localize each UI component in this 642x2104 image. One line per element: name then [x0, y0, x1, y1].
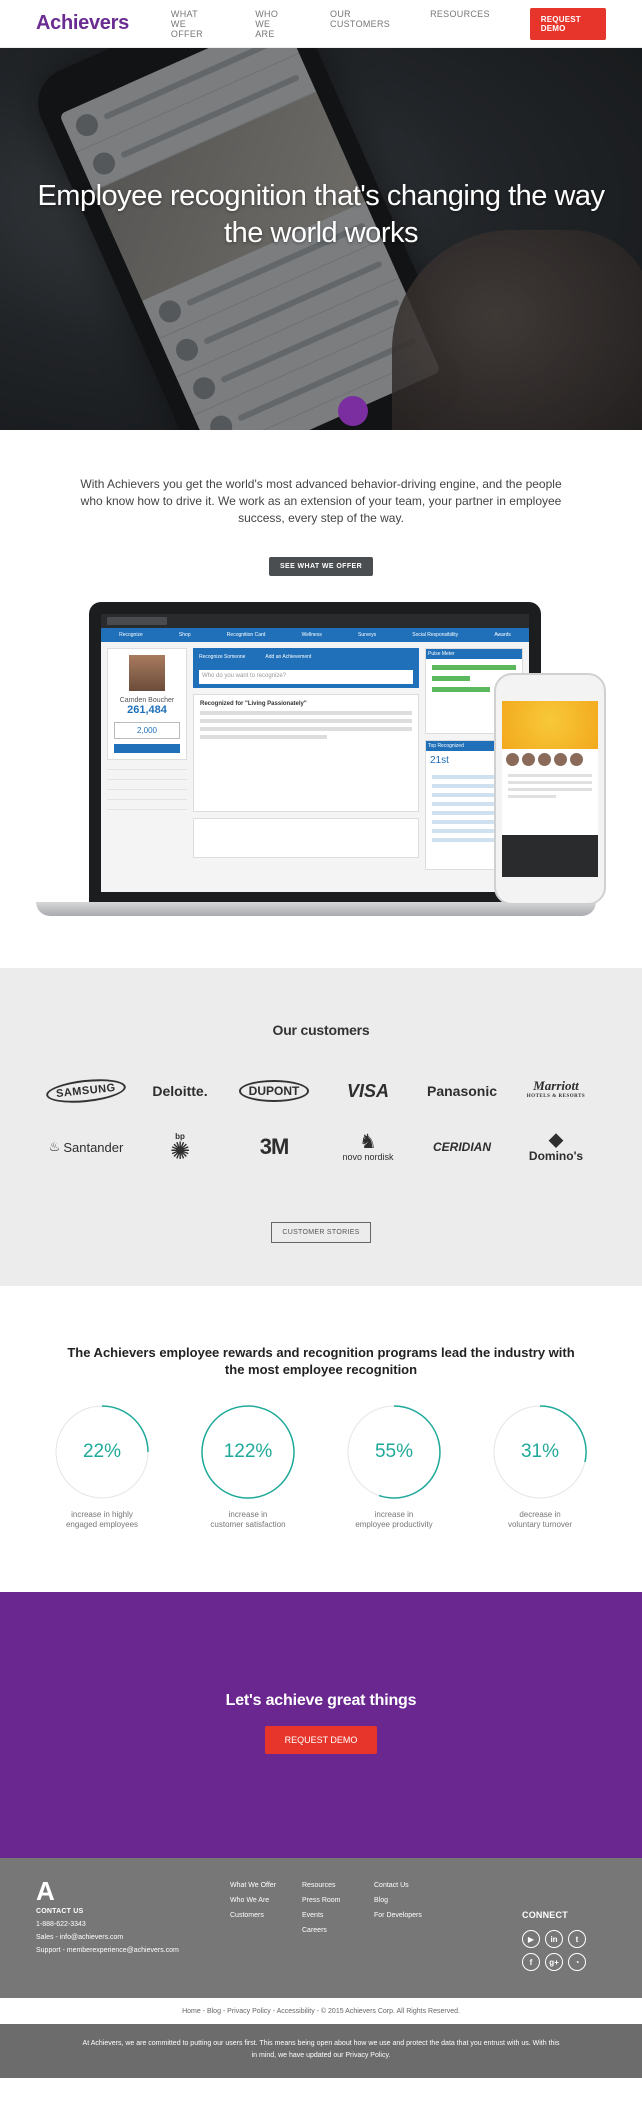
request-demo-button-cta[interactable]: REQUEST DEMO: [264, 1726, 378, 1754]
page: Achievers WHAT WE OFFER WHO WE ARE OUR C…: [0, 0, 642, 2078]
phone: [494, 673, 606, 905]
intro-section: With Achievers you get the world's most …: [0, 430, 642, 576]
ceridian-logo: CERIDIAN: [432, 1140, 491, 1154]
stats-section: The Achievers employee rewards and recog…: [0, 1286, 642, 1592]
cta-title: Let's achieve great things: [225, 1692, 417, 1709]
logo-badge-icon: [338, 396, 368, 426]
footer-phone[interactable]: 1-888-622-3343: [36, 1921, 230, 1928]
intro-text: With Achievers you get the world's most …: [80, 477, 562, 525]
footer-links: What We Offer Who We Are Customers Resou…: [230, 1882, 446, 1960]
activity-feed: Recognize Someone Add an Achievement Who…: [193, 648, 419, 870]
linkedin-icon[interactable]: in: [545, 1930, 563, 1948]
twitter-icon[interactable]: t: [568, 1930, 586, 1948]
top-nav: Achievers WHAT WE OFFER WHO WE ARE OUR C…: [0, 0, 642, 48]
see-what-we-offer-button[interactable]: SEE WHAT WE OFFER: [268, 557, 374, 576]
social-icons: ▶ in t f g+ ◔: [522, 1930, 586, 1971]
samsung-logo: SAMSUNG: [41, 1074, 131, 1108]
footer-link-for-developers[interactable]: For Developers: [374, 1912, 446, 1919]
hero: Employee recognition that's changing the…: [0, 48, 642, 430]
laptop: Recognize Shop Recognition Card Wellness…: [89, 602, 541, 902]
legal-bar: Home - Blog - Privacy Policy - Accessibi…: [0, 1998, 642, 2024]
google-plus-icon[interactable]: g+: [545, 1953, 563, 1971]
achievers-logo[interactable]: Achievers: [36, 12, 129, 35]
footer-connect: CONNECT ▶ in t f g+ ◔: [522, 1910, 586, 1971]
dominos-logo: ⬥ Domino's: [528, 1129, 584, 1163]
deloitte-logo: Deloitte.: [152, 1083, 208, 1099]
stats-title: The Achievers employee rewards and recog…: [67, 1345, 575, 1377]
visa-logo: VISA: [346, 1080, 389, 1101]
stat-customer-satisfaction: 122% increase in customer satisfaction: [200, 1404, 296, 1530]
footer-link-blog[interactable]: Blog: [374, 1897, 446, 1904]
facebook-icon[interactable]: f: [522, 1953, 540, 1971]
customers-section: Our customers SAMSUNG Deloitte. DUPONT V…: [0, 968, 642, 1286]
footer-support-email[interactable]: Support - memberexperience@achievers.com: [36, 1947, 230, 1954]
rss-icon[interactable]: ◔: [568, 1953, 586, 1971]
stat-voluntary-turnover: 31% decrease in voluntary turnover: [492, 1404, 588, 1530]
hero-title: Employee recognition that's changing the…: [37, 180, 605, 249]
stat-engaged-employees: 22% increase in highly engaged employees: [54, 1404, 150, 1530]
panasonic-logo: Panasonic: [426, 1083, 498, 1099]
footer-link-contact-us[interactable]: Contact Us: [374, 1882, 446, 1889]
nav-link-our-customers[interactable]: OUR CUSTOMERS: [330, 9, 390, 39]
youtube-icon[interactable]: ▶: [522, 1930, 540, 1948]
avatar: [129, 655, 165, 691]
customer-logos: SAMSUNG Deloitte. DUPONT VISA Panasonic …: [0, 1074, 642, 1164]
santander-logo: ♨ Santander: [48, 1139, 124, 1155]
product-devices-image: Recognize Shop Recognition Card Wellness…: [0, 576, 642, 968]
marriott-logo: Marriott HOTELS & RESORTS: [526, 1078, 586, 1099]
footer-link-events[interactable]: Events: [302, 1912, 374, 1919]
footer-sales-email[interactable]: Sales - info@achievers.com: [36, 1934, 230, 1941]
novo-nordisk-logo: ♞ novo nordisk: [342, 1131, 394, 1162]
footer-link-careers[interactable]: Careers: [302, 1927, 374, 1934]
footer-link-who-we-are[interactable]: Who We Are: [230, 1897, 302, 1904]
3m-logo: 3M: [259, 1134, 290, 1159]
stat-employee-productivity: 55% increase in employee productivity: [346, 1404, 442, 1530]
app-tabs: Recognize Shop Recognition Card Wellness…: [101, 628, 529, 642]
profile-card: Camden Boucher 261,484 2,000: [107, 648, 187, 760]
footer-link-resources[interactable]: Resources: [302, 1882, 374, 1889]
nav-link-resources[interactable]: RESOURCES: [430, 9, 490, 39]
cta-section: Let's achieve great things REQUEST DEMO: [0, 1592, 642, 1858]
customer-stories-button[interactable]: CUSTOMER STORIES: [271, 1222, 371, 1243]
footer-contact: CONTACT US 1-888-622-3343 Sales - info@a…: [36, 1908, 230, 1960]
footer: A CONTACT US 1-888-622-3343 Sales - info…: [0, 1858, 642, 1998]
request-demo-button[interactable]: REQUEST DEMO: [529, 7, 606, 40]
nav-link-who-we-are[interactable]: WHO WE ARE: [255, 9, 290, 39]
privacy-notice: At Achievers, we are committed to puttin…: [0, 2024, 642, 2078]
dupont-logo: DUPONT: [229, 1074, 319, 1108]
nav-links: WHAT WE OFFER WHO WE ARE OUR CUSTOMERS R…: [171, 9, 530, 39]
footer-link-customers[interactable]: Customers: [230, 1912, 302, 1919]
footer-link-what-we-offer[interactable]: What We Offer: [230, 1882, 302, 1889]
stats-circles: 22% increase in highly engaged employees …: [0, 1404, 642, 1530]
bp-logo: bp ✺: [169, 1131, 191, 1165]
customers-title: Our customers: [272, 1022, 370, 1038]
nav-link-what-we-offer[interactable]: WHAT WE OFFER: [171, 9, 215, 39]
footer-link-press-room[interactable]: Press Room: [302, 1897, 374, 1904]
